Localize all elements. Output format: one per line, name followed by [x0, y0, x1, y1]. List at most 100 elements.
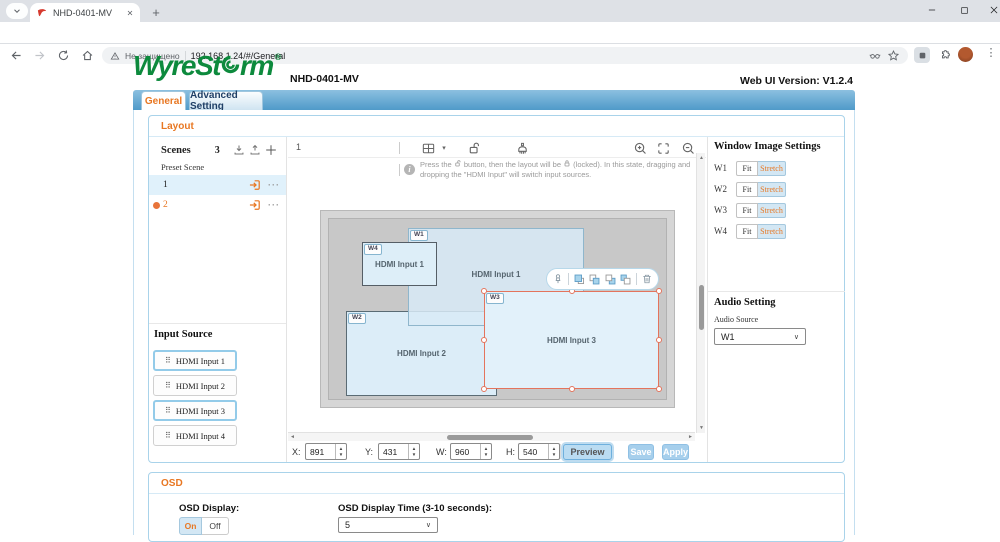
back-icon[interactable]	[8, 47, 24, 63]
window-maximize-button[interactable]	[950, 0, 978, 20]
browser-tab[interactable]: NHD-0401-MV	[30, 3, 140, 22]
scroll-up-arrow[interactable]: ▲	[697, 155, 706, 161]
bring-to-front-icon[interactable]	[573, 272, 586, 286]
download-scene-icon[interactable]	[231, 142, 247, 158]
y-input[interactable]: 431 ▲▼	[378, 443, 420, 460]
x-input[interactable]: 891 ▲▼	[305, 443, 347, 460]
resize-handle[interactable]	[481, 337, 487, 343]
url-text: 192.168.1.24/#/General	[191, 51, 863, 61]
zoom-in-icon[interactable]	[632, 140, 648, 156]
send-backward-icon[interactable]	[604, 272, 617, 286]
divider	[568, 273, 569, 285]
resize-handle[interactable]	[656, 386, 662, 392]
fit-button[interactable]: Fit	[736, 161, 758, 176]
scene-row-2[interactable]: 2 ···	[149, 195, 286, 215]
unlock-icon[interactable]	[466, 140, 482, 156]
fit-button[interactable]: Fit	[736, 182, 758, 197]
upload-scene-icon[interactable]	[247, 142, 263, 158]
scroll-left-arrow[interactable]: ◄	[290, 434, 295, 440]
extensions-puzzle-icon[interactable]	[936, 47, 952, 63]
tab-advanced-setting[interactable]: Advanced Setting	[189, 91, 263, 110]
scroll-right-arrow[interactable]: ►	[688, 434, 693, 440]
spinner-arrows[interactable]: ▲▼	[408, 444, 419, 459]
zoom-out-icon[interactable]	[680, 140, 696, 156]
tornado-icon	[221, 55, 240, 74]
fit-button[interactable]: Fit	[736, 203, 758, 218]
reload-icon[interactable]	[55, 47, 71, 63]
load-scene-icon[interactable]	[247, 197, 263, 213]
scenes-title: Scenes	[161, 145, 191, 156]
add-scene-icon[interactable]	[263, 142, 279, 158]
bring-forward-icon[interactable]	[588, 272, 601, 286]
home-icon[interactable]	[79, 47, 95, 63]
spinner-arrows[interactable]: ▲▼	[548, 444, 559, 459]
audio-source-select[interactable]: W1 ∨	[714, 328, 806, 345]
bookmark-star-icon[interactable]	[887, 49, 900, 62]
osd-off-button[interactable]: Off	[202, 517, 229, 535]
layout-grid-icon[interactable]	[420, 140, 436, 156]
tab-search-button[interactable]	[6, 3, 28, 19]
stretch-button[interactable]: Stretch	[758, 161, 786, 176]
resize-handle[interactable]	[656, 337, 662, 343]
stretch-button[interactable]: Stretch	[758, 224, 786, 239]
glasses-icon[interactable]	[868, 50, 882, 62]
fit-screen-icon[interactable]	[655, 140, 671, 156]
w-value: 960	[451, 447, 480, 457]
extension-icon[interactable]	[914, 47, 930, 63]
input-hdmi-4[interactable]: ⠿ HDMI Input 4	[153, 425, 237, 446]
window-tab-label: W2	[348, 313, 366, 324]
resize-handle[interactable]	[656, 288, 662, 294]
canvas-info-row: i Press the button, then the layout will…	[288, 158, 706, 182]
layout-canvas[interactable]: W2 HDMI Input 2 W1 HDMI Input 1 W4 HDMI …	[320, 210, 675, 408]
resize-handle[interactable]	[481, 288, 487, 294]
profile-avatar[interactable]	[958, 47, 973, 62]
chevron-down-icon: ∨	[426, 521, 431, 529]
vertical-scrollbar[interactable]: ▲ ▼	[696, 153, 705, 433]
wis-row-w2: W2 Fit Stretch	[714, 181, 839, 197]
window-w4[interactable]: W4 HDMI Input 1	[362, 242, 437, 286]
preview-button[interactable]: Preview	[563, 444, 612, 460]
stretch-button[interactable]: Stretch	[758, 182, 786, 197]
spinner-arrows[interactable]: ▲▼	[480, 444, 491, 459]
save-button[interactable]: Save	[628, 444, 654, 460]
stretch-button[interactable]: Stretch	[758, 203, 786, 218]
window-close-button[interactable]	[980, 0, 1000, 20]
browser-menu-icon[interactable]: ⋮	[984, 46, 998, 59]
input-hdmi-2[interactable]: ⠿ HDMI Input 2	[153, 375, 237, 396]
scene-row-1[interactable]: 1 ···	[149, 175, 286, 195]
window-w3-selected[interactable]: W3 HDMI Input 3	[484, 291, 659, 389]
scene-label: 2	[163, 200, 247, 210]
scroll-down-arrow[interactable]: ▼	[697, 425, 706, 431]
w-input[interactable]: 960 ▲▼	[450, 443, 492, 460]
input-hdmi-3[interactable]: ⠿ HDMI Input 3	[153, 400, 237, 421]
clear-brush-icon[interactable]	[514, 140, 530, 156]
input-label: HDMI Input 2	[176, 381, 225, 391]
load-scene-icon[interactable]	[247, 177, 263, 193]
window-tab-label: W4	[364, 244, 382, 255]
scene-more-icon[interactable]: ···	[268, 200, 280, 210]
fit-button[interactable]: Fit	[736, 224, 758, 239]
tab-general[interactable]: General	[141, 91, 186, 110]
osd-time-label: OSD Display Time (3-10 seconds):	[338, 503, 492, 514]
osd-on-button[interactable]: On	[179, 517, 202, 535]
tab-close-icon[interactable]	[126, 9, 134, 17]
scrollbar-thumb[interactable]	[699, 285, 704, 330]
window-minimize-button[interactable]	[918, 0, 946, 20]
apply-button[interactable]: Apply	[662, 444, 689, 460]
chevron-down-icon[interactable]: ▾	[436, 140, 452, 156]
scrollbar-thumb[interactable]	[447, 435, 533, 440]
resize-handle[interactable]	[569, 386, 575, 392]
osd-time-select[interactable]: 5 ∨	[338, 517, 438, 533]
delete-window-icon[interactable]	[641, 272, 654, 286]
forward-icon[interactable]	[31, 47, 47, 63]
input-hdmi-1[interactable]: ⠿ HDMI Input 1	[153, 350, 237, 371]
spinner-arrows[interactable]: ▲▼	[335, 444, 346, 459]
new-tab-button[interactable]: +	[148, 4, 164, 20]
resize-handle[interactable]	[481, 386, 487, 392]
scene-more-icon[interactable]: ···	[268, 180, 280, 190]
h-input[interactable]: 540 ▲▼	[518, 443, 560, 460]
horizontal-scrollbar[interactable]: ◄ ►	[288, 432, 695, 441]
send-to-back-icon[interactable]	[619, 272, 632, 286]
pin-icon[interactable]	[551, 272, 564, 286]
window-tab-label: W3	[486, 293, 504, 304]
